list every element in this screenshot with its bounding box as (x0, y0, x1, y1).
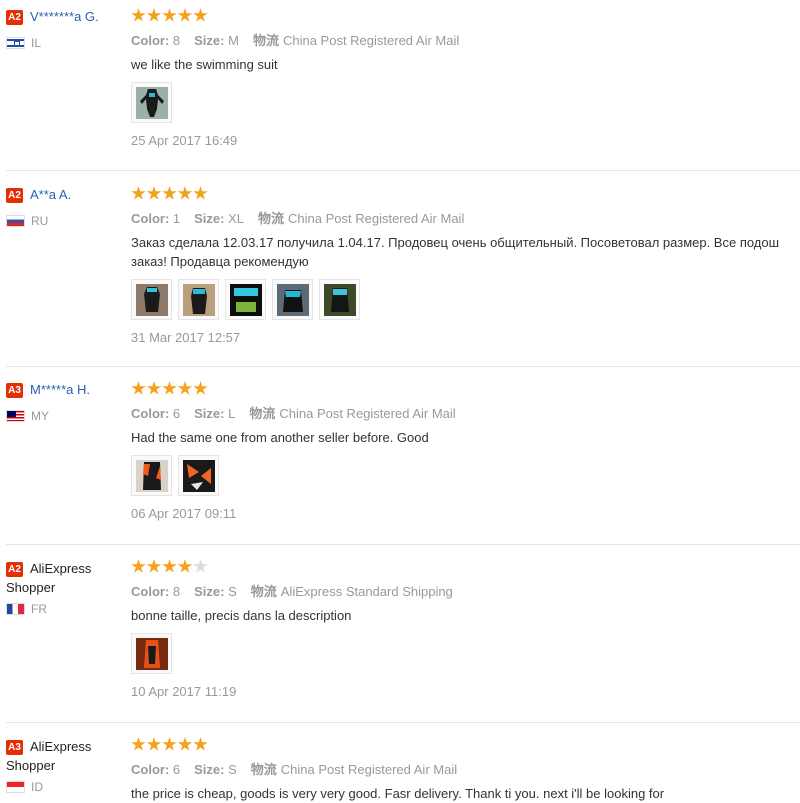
review-photo[interactable] (272, 279, 313, 320)
review-date: 06 Apr 2017 09:11 (131, 506, 237, 521)
star-icon (131, 559, 146, 573)
review-item: A3 AliExpress Shopper ID Color: 6 Size: S物… (6, 723, 800, 803)
star-icon (146, 8, 162, 22)
star-icon (131, 381, 146, 395)
review-photo[interactable] (319, 279, 360, 320)
star-icon (162, 737, 177, 751)
rating-stars (131, 186, 800, 204)
star-icon (131, 8, 146, 22)
review-photo[interactable] (178, 279, 219, 320)
malaysia-flag-icon (6, 410, 25, 422)
indonesia-flag-icon (6, 781, 25, 793)
review-text: bonne taille, precis dans la description (131, 608, 352, 623)
reviewer-country: FR (6, 602, 124, 616)
buyer-level-badge: A2 (6, 562, 23, 577)
reviewer-info: A2 A**a A. RU (6, 186, 124, 228)
star-icon (177, 559, 193, 573)
star-icon (146, 559, 162, 573)
reviewer-info: A3 AliExpress Shopper ID (6, 737, 124, 794)
review-text: Had the same one from another seller bef… (131, 430, 429, 445)
star-icon (162, 8, 177, 22)
order-info: Color: 6 Size: L 物流 China Post Registered A… (131, 406, 456, 421)
star-icon (193, 186, 208, 200)
buyer-level-badge: A2 (6, 10, 23, 25)
star-icon (162, 559, 177, 573)
review-photo[interactable] (131, 455, 172, 496)
france-flag-icon (6, 603, 25, 615)
buyer-level-badge: A3 (6, 740, 23, 755)
star-empty-icon (193, 559, 208, 573)
reviewer-country: RU (6, 214, 124, 228)
star-icon (131, 186, 146, 200)
reviewer-country: IL (6, 36, 124, 50)
reviewer-name[interactable]: A**a A. (30, 187, 71, 202)
star-icon (193, 8, 208, 22)
review-photos (131, 279, 800, 320)
star-icon (177, 186, 193, 200)
star-icon (146, 186, 162, 200)
review-photos (131, 455, 800, 496)
review-photo[interactable] (131, 633, 172, 674)
review-photo[interactable] (131, 82, 172, 123)
star-icon (162, 186, 177, 200)
israel-flag-icon (6, 37, 25, 49)
review-photos (131, 82, 800, 123)
star-icon (177, 8, 193, 22)
rating-stars (131, 8, 800, 26)
rating-stars (131, 381, 800, 399)
reviewer-info: A2 AliExpress Shopper FR (6, 559, 124, 616)
reviewer-country: ID (6, 780, 124, 794)
review-item: A2 AliExpress Shopper FR Color: 8 Size: S物… (6, 545, 800, 723)
buyer-level-badge: A3 (6, 383, 23, 398)
order-info: Color: 1 Size: XL 物流 China Post Registered … (131, 211, 465, 226)
reviewer-info: A3 M*****a H. MY (6, 381, 124, 423)
star-icon (177, 737, 193, 751)
review-item: A2 V*******a G. IL Color: 8 Size: M 物流 China… (6, 0, 800, 171)
review-date: 25 Apr 2017 16:49 (131, 133, 238, 148)
rating-stars (131, 737, 800, 755)
review-text: we like the swimming suit (131, 57, 278, 72)
review-date: 31 Mar 2017 12:57 (131, 330, 241, 345)
reviewer-info: A2 V*******a G. IL (6, 8, 124, 50)
order-info: Color: 8 Size: M 物流 China Post Registered A… (131, 33, 460, 48)
star-icon (131, 737, 146, 751)
review-photo[interactable] (178, 455, 219, 496)
reviewer-name[interactable]: V*******a G. (30, 9, 99, 24)
review-date: 10 Apr 2017 11:19 (131, 684, 237, 699)
star-icon (177, 381, 193, 395)
review-photo[interactable] (225, 279, 266, 320)
order-info: Color: 6 Size: S 物流 China Post Registered A… (131, 762, 458, 777)
star-icon (146, 381, 162, 395)
rating-stars (131, 559, 800, 577)
star-icon (146, 737, 162, 751)
review-photos (131, 633, 800, 674)
reviewer-name[interactable]: M*****a H. (30, 382, 90, 397)
star-icon (193, 381, 208, 395)
review-item: A3 M*****a H. MY Color: 6 Size: L 物流 China P… (6, 367, 800, 545)
russia-flag-icon (6, 215, 25, 227)
review-text: Заказ сделала 12.03.17 получила 1.04.17.… (131, 235, 780, 269)
reviewer-country: MY (6, 409, 124, 423)
star-icon (193, 737, 208, 751)
order-info: Color: 8 Size: S 物流 AliExpress Standard Shi… (131, 584, 453, 599)
review-text: the price is cheap, goods is very very g… (131, 786, 665, 801)
review-photo[interactable] (131, 279, 172, 320)
review-item: A2 A**a A. RU Color: 1 Size: XL 物流 China Pos… (6, 171, 800, 367)
buyer-level-badge: A2 (6, 188, 23, 203)
star-icon (162, 381, 177, 395)
